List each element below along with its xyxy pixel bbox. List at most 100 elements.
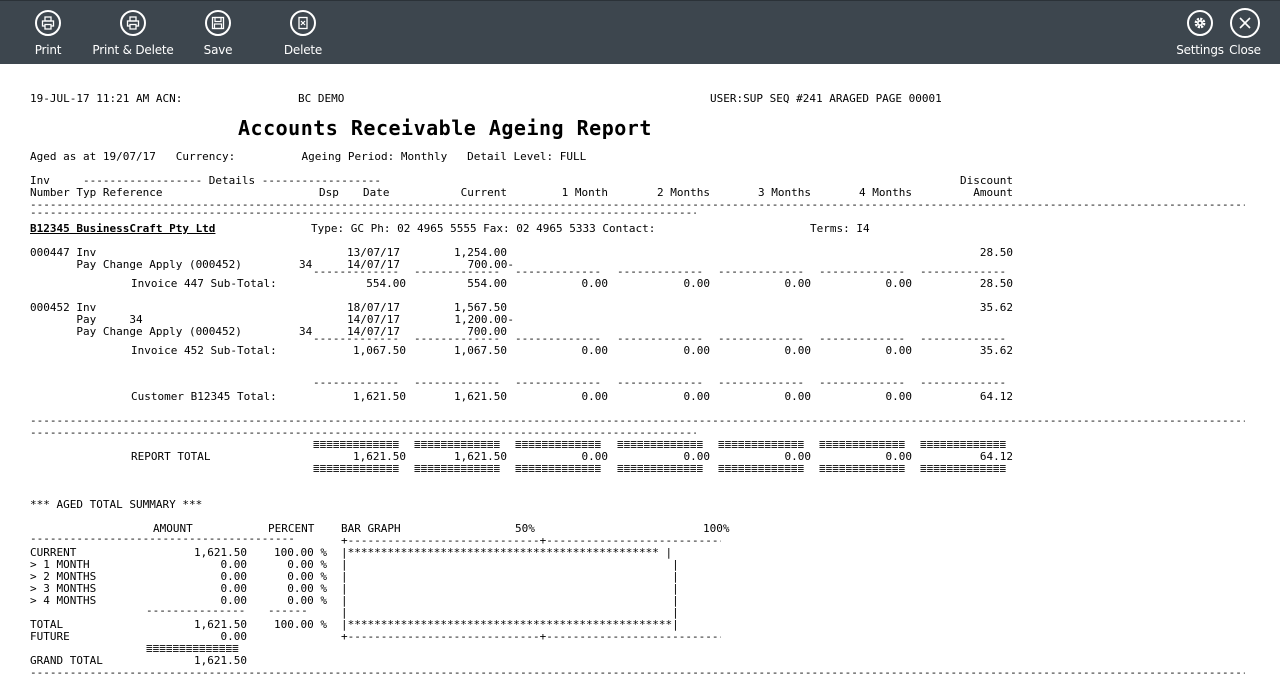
report-total-eq-bot2-current: ============= xyxy=(414,465,501,477)
report-header-right: USER:SUP SEQ #241 ARAGED PAGE 00001 xyxy=(710,92,942,105)
report-total-eq-bot2-m4: ============= xyxy=(819,465,906,477)
customer-info: Type: GC Ph: 02 4965 5555 Fax: 02 4965 5… xyxy=(311,222,656,235)
customer-total-m4: 0.00 xyxy=(885,390,913,403)
current-header: Current xyxy=(460,186,507,199)
amount-header: Amount xyxy=(973,186,1013,199)
delete-label: Delete xyxy=(283,43,323,57)
save-button[interactable]: Save xyxy=(196,7,240,61)
invoice-subtotal-m3: 0.00 xyxy=(784,277,812,290)
customer-total-m1: 0.00 xyxy=(581,390,609,403)
summary-grand-amount: 1,621.50 xyxy=(194,654,247,667)
report-total-eq-bot2-m1: ============= xyxy=(515,465,602,477)
delete-button[interactable]: Delete xyxy=(280,7,326,61)
invoice-line-ref: Pay Change Apply (000452) xyxy=(30,325,242,338)
invoice-line-dsp: 34 xyxy=(299,325,313,338)
3-months-header: 3 Months xyxy=(758,186,811,199)
invoice-subtotal-m2: 0.00 xyxy=(683,277,711,290)
invoice-subtotal-current: 554.00 xyxy=(467,277,507,290)
delete-icon xyxy=(290,10,316,36)
report-total-eq-bot2-amount: ============= xyxy=(313,465,400,477)
summary-row-bar: |***************************************… xyxy=(341,547,673,559)
summary-row-bar: | | xyxy=(341,559,679,571)
invoice-subtotal-disc: 28.50 xyxy=(979,277,1013,290)
toolbar: Print Print & Delete Save Delete Setting… xyxy=(0,0,1280,64)
customer-total-amount: 1,621.50 xyxy=(353,390,406,403)
summary-50-header: 50% xyxy=(515,522,535,535)
invoice-line-discount: 28.50 xyxy=(979,246,1013,259)
invoice-subtotal-m2: 0.00 xyxy=(683,344,711,357)
customer-total-disc: 64.12 xyxy=(979,390,1013,403)
summary-row-bar: | | xyxy=(341,595,679,607)
invoice-subtotal-current: 1,067.50 xyxy=(454,344,507,357)
report-title: Accounts Receivable Ageing Report xyxy=(238,116,652,140)
summary-percent-dash: ------ xyxy=(268,605,308,617)
customer-total-dash-amount: ------------- xyxy=(313,377,400,389)
settings-label: Settings xyxy=(1176,43,1224,57)
summary-row-label: > 4 MONTHS xyxy=(30,594,97,607)
invoice-subtotal-amount: 554.00 xyxy=(366,277,406,290)
invoice-line-ref: Pay Change Apply (000452) xyxy=(30,258,242,271)
invoice-subtotal-m4: 0.00 xyxy=(885,277,913,290)
report-total-eq-bot2-disc: ============= xyxy=(920,465,1007,477)
invoice-line-dsp: 34 xyxy=(299,258,313,271)
customer-total-dash-m4: ------------- xyxy=(819,377,906,389)
settings-button[interactable]: Settings xyxy=(1176,7,1224,61)
customer-total-dash-current: ------------- xyxy=(414,377,501,389)
1-month-header: 1 Month xyxy=(561,186,608,199)
close-label: Close xyxy=(1229,43,1261,57)
report-header-left: 19-JUL-17 11:21 AM ACN: xyxy=(30,92,183,105)
summary-total-percent: 100.00 % xyxy=(274,618,327,631)
print-delete-button[interactable]: Print & Delete xyxy=(92,7,174,61)
summary-grand-label: GRAND TOTAL xyxy=(30,654,103,667)
close-button[interactable]: Close xyxy=(1226,7,1264,61)
columns-row2: Number Typ Reference xyxy=(30,186,163,199)
invoice-subtotal-disc: 35.62 xyxy=(979,344,1013,357)
customer-name: B12345 BusinessCraft Pty Ltd xyxy=(30,222,216,235)
summary-row-bar: | | xyxy=(341,571,679,583)
print-delete-label: Print & Delete xyxy=(92,43,174,57)
summary-future-label: FUTURE xyxy=(30,630,70,643)
customer-total-dash-disc: ------------- xyxy=(920,377,1007,389)
invoice-subtotal-label: Invoice 452 Sub-Total: xyxy=(131,344,277,357)
gear-icon xyxy=(1187,10,1213,36)
print-button[interactable]: Print xyxy=(26,7,70,61)
summary-blank-bar: | | xyxy=(341,607,679,619)
dsp-header: Dsp xyxy=(319,186,339,199)
summary-rule: ---------------------------------------- xyxy=(30,533,295,545)
report-total-eq-bot2-m3: ============= xyxy=(718,465,805,477)
bar-bottom: +-----------------------------+---------… xyxy=(341,631,721,643)
invoice-subtotal-m3: 0.00 xyxy=(784,344,812,357)
report-company: BC DEMO xyxy=(298,92,345,105)
print-label: Print xyxy=(34,43,62,57)
close-icon xyxy=(1230,8,1260,38)
customer-total-m2: 0.00 xyxy=(683,390,711,403)
summary-bar-header: BAR GRAPH xyxy=(341,522,401,535)
customer-total-current: 1,621.50 xyxy=(454,390,507,403)
print-delete-icon xyxy=(120,10,146,36)
customer-total-dash-m2: ------------- xyxy=(617,377,704,389)
summary-total-bar: |***************************************… xyxy=(341,619,679,631)
invoice-subtotal-amount: 1,067.50 xyxy=(353,344,406,357)
2-months-header: 2 Months xyxy=(657,186,710,199)
invoice-subtotal-m1: 0.00 xyxy=(581,277,609,290)
customer-total-dash-m1: ------------- xyxy=(515,377,602,389)
date-header: Date xyxy=(363,186,390,199)
save-label: Save xyxy=(203,43,233,57)
invoice-subtotal-m1: 0.00 xyxy=(581,344,609,357)
customer-terms: Terms: I4 xyxy=(810,222,870,235)
invoice-subtotal-label: Invoice 447 Sub-Total: xyxy=(131,277,277,290)
summary-title: *** AGED TOTAL SUMMARY *** xyxy=(30,498,203,511)
customer-total-dash-m3: ------------- xyxy=(718,377,805,389)
bar-top: +-----------------------------+---------… xyxy=(341,535,721,547)
print-icon xyxy=(35,10,61,36)
customer-total-label: Customer B12345 Total: xyxy=(131,390,277,403)
report-total-eq-bot2-m2: ============= xyxy=(617,465,704,477)
invoice-subtotal-m4: 0.00 xyxy=(885,344,913,357)
4-months-header: 4 Months xyxy=(859,186,912,199)
summary-100-header: 100% xyxy=(703,522,730,535)
summary-row-bar: | | xyxy=(341,583,679,595)
customer-total-m3: 0.00 xyxy=(784,390,812,403)
separator-full-2: ----------------------------------------… xyxy=(30,415,1245,427)
params-line: Aged as at 19/07/17 Currency: Ageing Per… xyxy=(30,150,587,163)
separator-full-3: ----------------------------------------… xyxy=(30,667,1245,679)
